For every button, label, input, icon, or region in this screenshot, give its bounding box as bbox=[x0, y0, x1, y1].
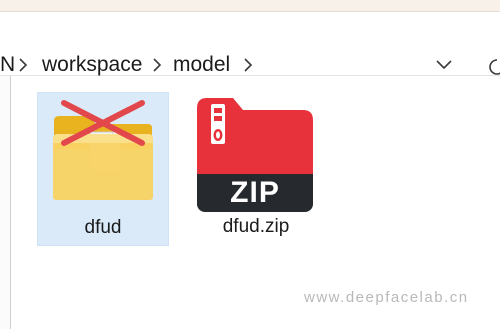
chevron-right-icon bbox=[153, 58, 162, 72]
address-bar[interactable]: N workspace model bbox=[0, 19, 500, 76]
file-item-folder[interactable]: dfud bbox=[37, 92, 169, 246]
file-name-label: dfud bbox=[84, 217, 122, 238]
breadcrumb-item-workspace[interactable]: workspace bbox=[42, 53, 142, 77]
navigation-pane-edge bbox=[0, 76, 11, 329]
file-item-zip[interactable]: ZIP dfud.zip bbox=[191, 92, 321, 244]
folder-icon bbox=[53, 100, 153, 200]
chevron-right-icon bbox=[19, 58, 28, 72]
zip-icon-text: ZIP bbox=[230, 176, 280, 209]
refresh-icon[interactable] bbox=[486, 56, 500, 78]
breadcrumb-item-model[interactable]: model bbox=[173, 53, 230, 77]
chevron-right-icon bbox=[244, 58, 253, 72]
watermark-text: www.deepfacelab.cn bbox=[304, 289, 469, 306]
chevron-down-icon[interactable] bbox=[434, 57, 454, 73]
breadcrumb-partial-item[interactable]: N bbox=[0, 53, 15, 77]
window-top-strip bbox=[0, 0, 500, 12]
file-name-label: dfud.zip bbox=[222, 216, 290, 237]
